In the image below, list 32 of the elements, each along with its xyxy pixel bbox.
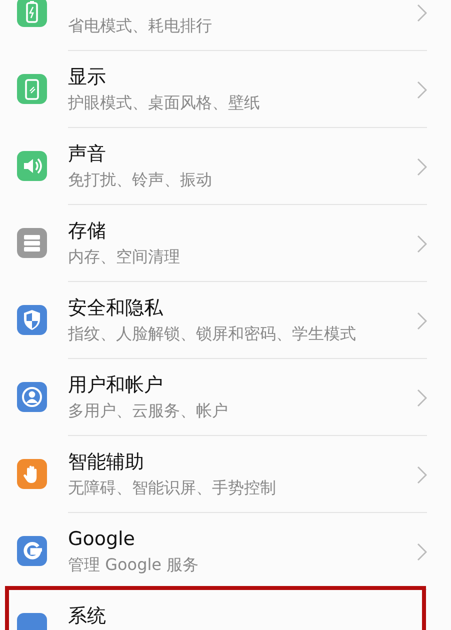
setting-summary: 内存、空间清理 <box>68 246 180 268</box>
settings-row[interactable]: 存储 内存、空间清理 <box>0 205 451 282</box>
settings-row[interactable]: Google 管理 Google 服务 <box>0 513 451 590</box>
chevron-icon <box>417 389 427 407</box>
setting-summary: 省电模式、耗电排行 <box>68 15 212 37</box>
chevron-icon <box>417 235 427 253</box>
chevron-icon <box>417 466 427 484</box>
setting-summary: 免打扰、铃声、振动 <box>68 169 212 191</box>
setting-summary: 指纹、人脸解锁、锁屏和密码、学生模式 <box>68 323 356 345</box>
setting-summary: 管理 Google 服务 <box>68 554 199 576</box>
setting-title: 安全和隐私 <box>68 296 164 321</box>
chevron-icon <box>417 81 427 99</box>
chevron-icon <box>417 543 427 561</box>
chevron-icon <box>417 158 427 176</box>
chevron-icon <box>417 4 427 22</box>
setting-title: 系统 <box>68 604 106 629</box>
settings-row[interactable]: 显示 护眼模式、桌面风格、壁纸 <box>0 51 451 128</box>
setting-title: 声音 <box>68 142 107 167</box>
setting-summary: 多用户、云服务、帐户 <box>68 400 228 422</box>
setting-title: 存储 <box>68 219 107 244</box>
settings-row[interactable]: 智能辅助 无障碍、智能识屏、手势控制 <box>0 436 451 513</box>
setting-title: 显示 <box>68 65 107 90</box>
setting-title: 智能辅助 <box>68 450 145 475</box>
settings-row[interactable]: 声音 免打扰、铃声、振动 <box>0 128 451 205</box>
setting-title: Google <box>68 527 136 552</box>
chevron-icon <box>417 312 427 330</box>
setting-summary: 护眼模式、桌面风格、壁纸 <box>68 92 260 114</box>
setting-summary: 无障碍、智能识屏、手势控制 <box>68 477 276 499</box>
settings-row[interactable]: 系统 <box>0 590 451 630</box>
settings-row[interactable]: 用户和帐户 多用户、云服务、帐户 <box>0 359 451 436</box>
settings-row[interactable]: 安全和隐私 指纹、人脸解锁、锁屏和密码、学生模式 <box>0 282 451 359</box>
setting-title: 用户和帐户 <box>68 373 164 398</box>
